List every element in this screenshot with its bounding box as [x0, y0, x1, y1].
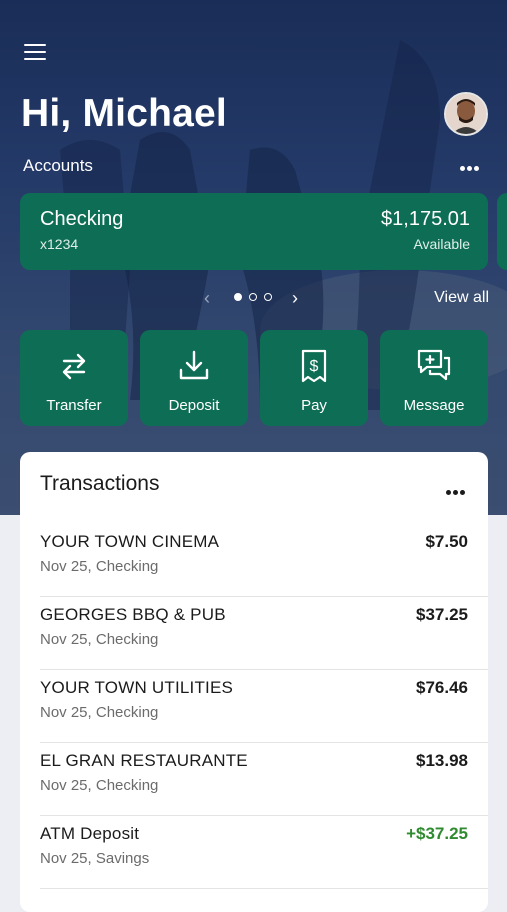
- accounts-more-options-icon[interactable]: [460, 158, 490, 172]
- account-card-checking[interactable]: Checking x1234 $1,175.01 Available: [20, 193, 488, 270]
- transactions-more-options-icon[interactable]: [446, 482, 470, 495]
- transaction-row[interactable]: GEORGES BBQ & PUB Nov 25, Checking $37.2…: [20, 597, 488, 670]
- transaction-row[interactable]: YOUR TOWN CINEMA Nov 25, Checking $7.50: [20, 524, 488, 597]
- greeting-title: Hi, Michael: [21, 92, 227, 135]
- chevron-right-icon[interactable]: ›: [292, 288, 298, 309]
- deposit-label: Deposit: [168, 397, 220, 414]
- message-icon: [417, 349, 451, 381]
- transaction-meta: Nov 25, Checking: [40, 558, 159, 575]
- transaction-meta: Nov 25, Checking: [40, 631, 159, 648]
- pager-dot-3[interactable]: [264, 293, 272, 301]
- transaction-meta: Nov 25, Savings: [40, 850, 150, 867]
- transaction-meta: Nov 25, Checking: [40, 777, 159, 794]
- transactions-title: Transactions: [40, 472, 160, 495]
- row-divider: [40, 888, 488, 889]
- message-label: Message: [403, 397, 465, 414]
- message-button[interactable]: Message: [380, 330, 488, 426]
- transaction-merchant: ATM Deposit: [40, 824, 140, 843]
- pay-label: Pay: [301, 397, 327, 414]
- account-balance: $1,175.01: [381, 208, 470, 230]
- transaction-row[interactable]: EL GRAN RESTAURANTE Nov 25, Checking $13…: [20, 743, 488, 816]
- transactions-card: Transactions YOUR TOWN CINEMA Nov 25, Ch…: [20, 452, 488, 912]
- hamburger-menu-icon[interactable]: [24, 44, 46, 62]
- transaction-meta: Nov 25, Checking: [40, 704, 159, 721]
- transaction-merchant: YOUR TOWN UTILITIES: [40, 678, 234, 697]
- deposit-icon: [179, 350, 209, 380]
- account-number: x1234: [40, 236, 79, 252]
- chevron-left-icon[interactable]: ‹: [204, 288, 210, 309]
- pay-icon: $: [301, 349, 327, 383]
- accounts-section-label: Accounts: [23, 156, 93, 175]
- transaction-merchant: GEORGES BBQ & PUB: [40, 605, 226, 624]
- transfer-icon: [62, 353, 86, 380]
- account-name: Checking: [40, 208, 124, 230]
- pay-button[interactable]: $ Pay: [260, 330, 368, 426]
- deposit-button[interactable]: Deposit: [140, 330, 248, 426]
- transaction-amount: $37.25: [416, 605, 468, 624]
- transaction-amount: +$37.25: [406, 824, 468, 843]
- avatar-photo: [446, 94, 486, 134]
- transaction-row[interactable]: YOUR TOWN UTILITIES Nov 25, Checking $76…: [20, 670, 488, 743]
- transaction-merchant: YOUR TOWN CINEMA: [40, 532, 220, 551]
- view-all-link[interactable]: View all: [434, 289, 489, 307]
- pager-dot-2[interactable]: [249, 293, 257, 301]
- svg-text:$: $: [310, 358, 319, 375]
- hero-banner: Hi, Michael Accounts Checking x1234 $1,1…: [0, 0, 507, 515]
- account-balance-label: Available: [413, 236, 470, 252]
- transaction-amount: $7.50: [425, 532, 468, 551]
- profile-avatar[interactable]: [444, 92, 488, 136]
- transfer-button[interactable]: Transfer: [20, 330, 128, 426]
- account-card-next-peek[interactable]: [497, 193, 507, 270]
- transaction-row[interactable]: ATM Deposit Nov 25, Savings +$37.25: [20, 816, 488, 889]
- pager-dot-1[interactable]: [234, 293, 242, 301]
- transaction-amount: $76.46: [416, 678, 468, 697]
- transfer-label: Transfer: [46, 397, 102, 414]
- transaction-amount: $13.98: [416, 751, 468, 770]
- transaction-merchant: EL GRAN RESTAURANTE: [40, 751, 248, 770]
- account-pager: ‹ ›: [200, 288, 310, 308]
